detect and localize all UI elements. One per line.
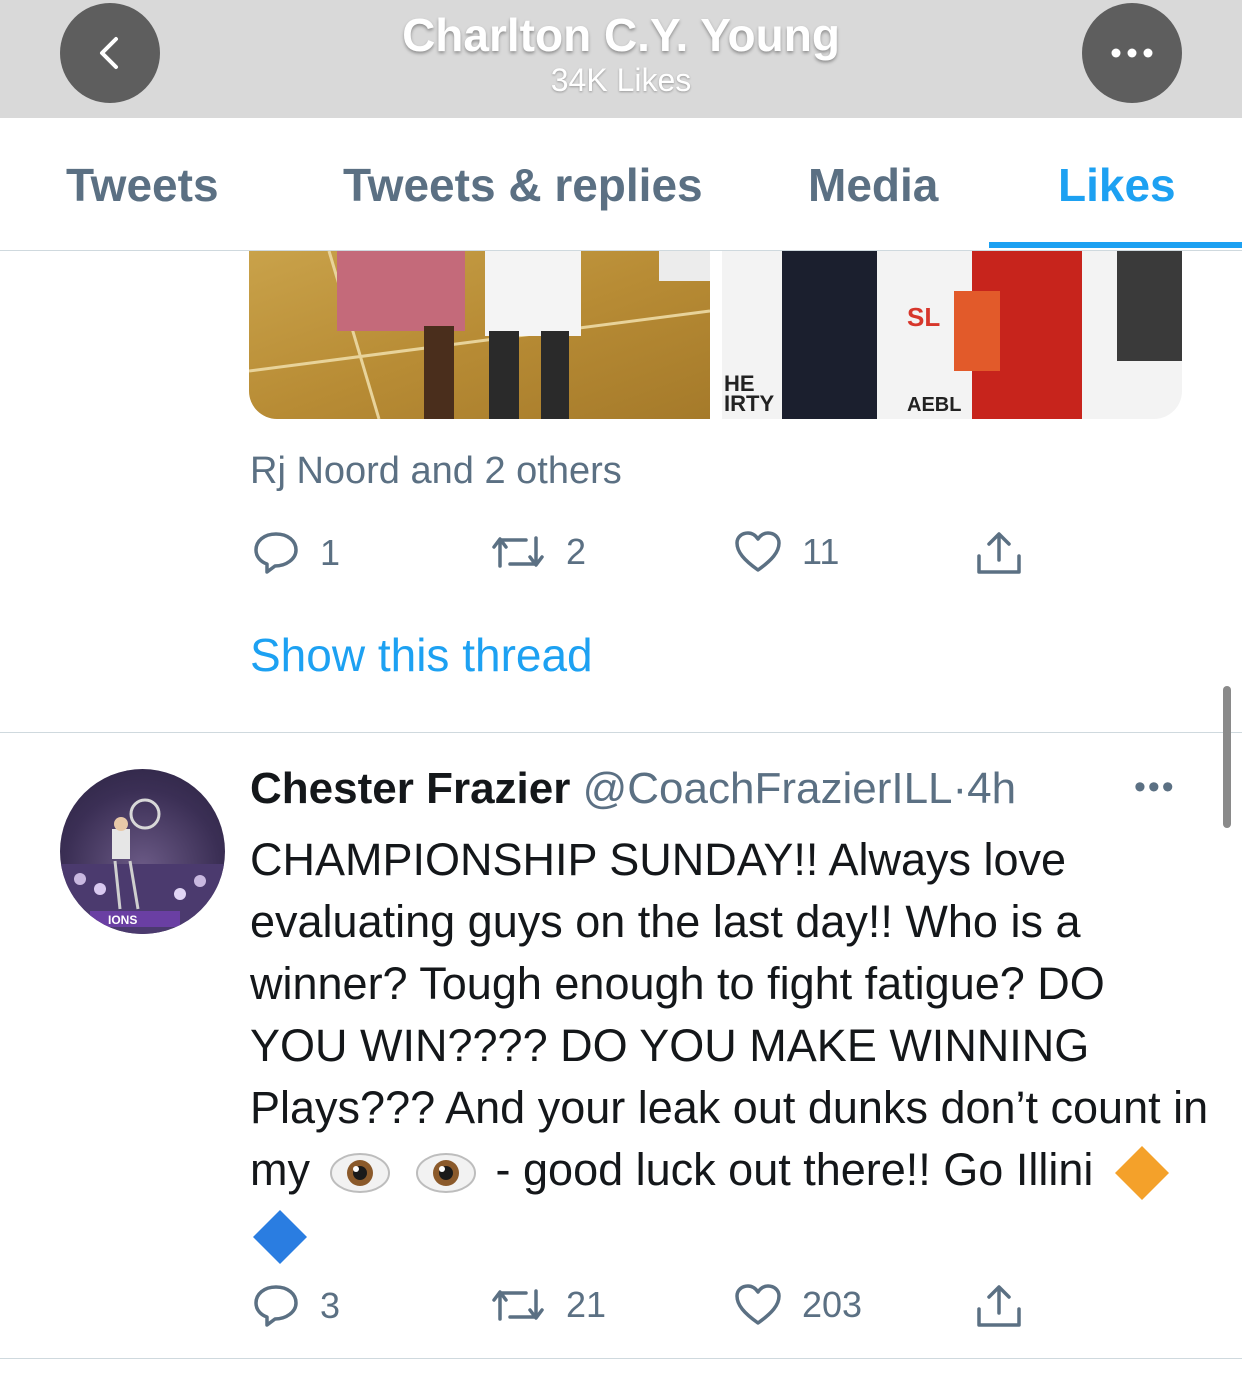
tweet-media[interactable]: HE IRTY SL AEBL bbox=[249, 251, 1182, 419]
svg-text:SL: SL bbox=[907, 302, 940, 332]
reply-count: 3 bbox=[320, 1285, 341, 1326]
share-button[interactable] bbox=[975, 1283, 1023, 1329]
blue-diamond-icon bbox=[253, 1210, 307, 1265]
share-button[interactable] bbox=[975, 530, 1023, 576]
tweet-time[interactable]: 4h bbox=[967, 764, 1016, 813]
reply-button[interactable]: 3 bbox=[252, 1283, 340, 1329]
tab-tweets-replies[interactable]: Tweets & replies bbox=[343, 158, 703, 212]
heart-icon bbox=[735, 531, 781, 572]
scrollbar-thumb[interactable] bbox=[1223, 686, 1231, 828]
media-photo-left[interactable] bbox=[249, 251, 711, 419]
share-icon bbox=[977, 1285, 1021, 1327]
likes-count-subtitle: 34K Likes bbox=[550, 62, 692, 98]
heart-icon bbox=[735, 1284, 781, 1325]
svg-text:IONS: IONS bbox=[108, 913, 137, 927]
author-name[interactable]: Chester Frazier bbox=[250, 764, 570, 813]
retweet-button[interactable]: 2 bbox=[490, 530, 586, 574]
reply-count: 1 bbox=[320, 532, 341, 573]
tweet-more-button[interactable]: ••• bbox=[1134, 768, 1176, 807]
tweet-text-part1: CHAMPIONSHIP SUNDAY!! Always love evalua… bbox=[250, 834, 1209, 1195]
show-thread-link[interactable]: Show this thread bbox=[250, 628, 593, 682]
profile-tabs: Tweets Tweets & replies Media Likes bbox=[0, 118, 1242, 251]
retweet-icon bbox=[492, 1289, 544, 1321]
svg-text:AEBL: AEBL bbox=[907, 394, 961, 416]
avatar[interactable]: IONS bbox=[60, 769, 225, 934]
tweet-text: CHAMPIONSHIP SUNDAY!! Always love evalua… bbox=[250, 829, 1210, 1267]
orange-diamond-icon bbox=[1114, 1146, 1169, 1201]
svg-text:IRTY: IRTY bbox=[724, 391, 774, 416]
tweet-text-part2: - good luck out there!! Go Illini bbox=[495, 1144, 1094, 1195]
profile-name-title: Charlton C.Y. Young bbox=[402, 9, 840, 61]
reply-icon bbox=[254, 1285, 298, 1327]
active-tab-indicator bbox=[989, 242, 1242, 248]
separator-dot: · bbox=[952, 764, 968, 813]
retweet-count: 21 bbox=[566, 1284, 607, 1325]
retweet-button[interactable]: 21 bbox=[490, 1283, 606, 1327]
eye-emoji-icon bbox=[329, 1153, 390, 1194]
tweet-divider bbox=[0, 732, 1242, 733]
retweet-icon bbox=[492, 536, 544, 568]
tab-tweets[interactable]: Tweets bbox=[66, 158, 219, 212]
liked-by-text[interactable]: Rj Noord and 2 others bbox=[250, 450, 622, 493]
tweet-divider bbox=[0, 1358, 1242, 1359]
reply-icon bbox=[254, 532, 298, 574]
like-button[interactable]: 11 bbox=[734, 530, 839, 574]
eye-emoji-icon bbox=[416, 1153, 477, 1194]
more-button[interactable] bbox=[1082, 3, 1182, 103]
tweet-header: Chester Frazier @CoachFrazierILL·4h bbox=[250, 764, 1016, 814]
profile-header: Charlton C.Y. Young 34K Likes bbox=[0, 0, 1242, 118]
tab-media[interactable]: Media bbox=[808, 158, 938, 212]
share-icon bbox=[977, 532, 1021, 574]
more-horizontal-icon bbox=[1111, 48, 1153, 58]
reply-button[interactable]: 1 bbox=[252, 530, 340, 576]
like-button[interactable]: 203 bbox=[734, 1283, 862, 1327]
like-count: 11 bbox=[802, 531, 840, 572]
retweet-count: 2 bbox=[566, 531, 587, 572]
author-handle[interactable]: @CoachFrazierILL bbox=[583, 764, 953, 813]
like-count: 203 bbox=[802, 1284, 863, 1325]
media-photo-right[interactable]: HE IRTY SL AEBL bbox=[722, 251, 1182, 419]
tab-likes[interactable]: Likes bbox=[1058, 158, 1176, 212]
